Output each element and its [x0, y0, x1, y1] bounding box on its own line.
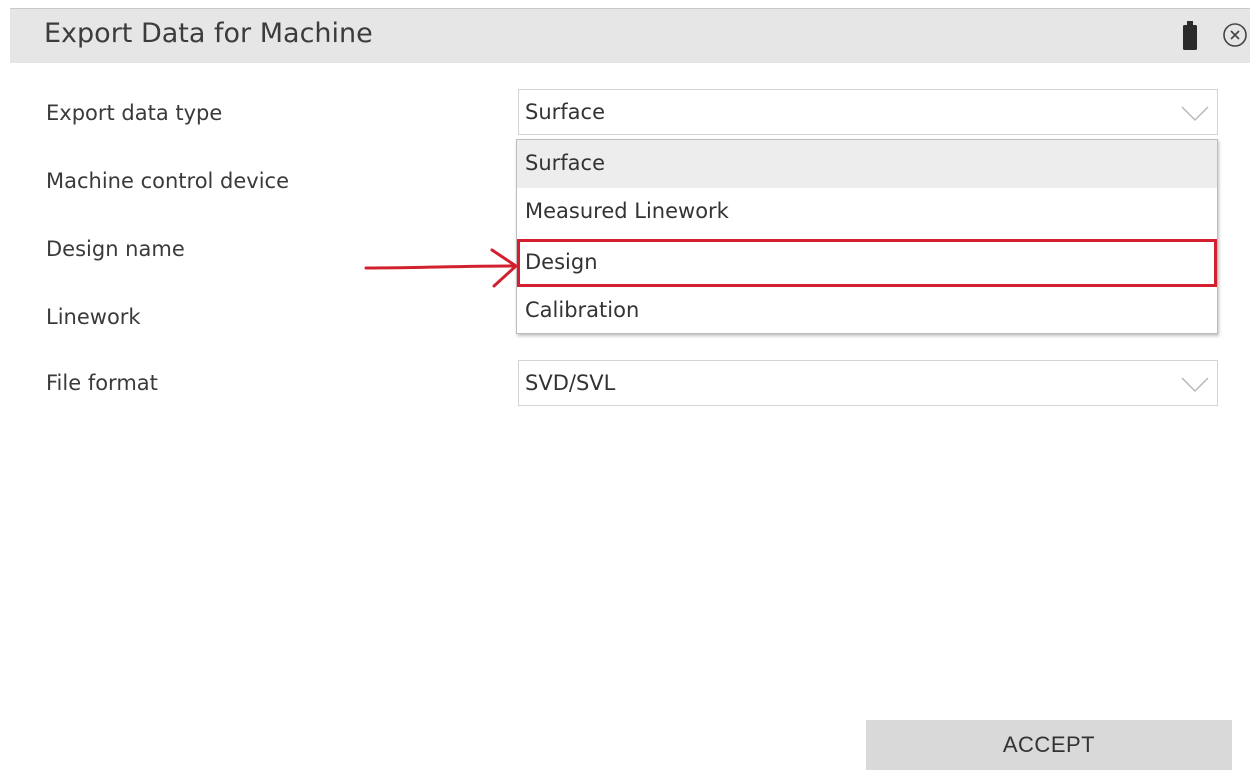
accept-button[interactable]: ACCEPT — [866, 720, 1232, 770]
close-icon[interactable] — [1222, 22, 1248, 48]
chevron-down-icon — [1181, 377, 1209, 393]
option-label: Calibration — [525, 298, 640, 322]
file-format-label: File format — [46, 371, 158, 395]
dropdown-option-measured-linework[interactable]: Measured Linework — [517, 188, 1217, 236]
battery-icon — [1183, 21, 1197, 50]
export-data-type-value: Surface — [525, 100, 606, 124]
file-format-select[interactable]: SVD/SVL — [518, 360, 1218, 406]
export-data-type-select[interactable]: Surface — [518, 89, 1218, 135]
annotation-arrow-icon — [364, 248, 518, 288]
title-bar: Export Data for Machine — [10, 8, 1250, 63]
chevron-down-icon — [1181, 106, 1209, 122]
export-data-type-label: Export data type — [46, 101, 223, 125]
option-label: Surface — [525, 151, 606, 175]
export-data-type-dropdown: Surface Measured Linework Design Calibra… — [516, 139, 1218, 334]
accept-button-label: ACCEPT — [1002, 732, 1096, 757]
option-label: Measured Linework — [525, 199, 729, 223]
dropdown-option-design[interactable]: Design — [517, 239, 1217, 287]
linework-label: Linework — [46, 305, 141, 329]
file-format-value: SVD/SVL — [525, 371, 616, 395]
dialog-title: Export Data for Machine — [44, 18, 373, 49]
dropdown-option-surface[interactable]: Surface — [517, 140, 1217, 188]
design-name-label: Design name — [46, 237, 185, 261]
dropdown-option-calibration[interactable]: Calibration — [517, 287, 1217, 335]
option-label: Design — [525, 250, 598, 274]
machine-control-device-label: Machine control device — [46, 169, 290, 193]
